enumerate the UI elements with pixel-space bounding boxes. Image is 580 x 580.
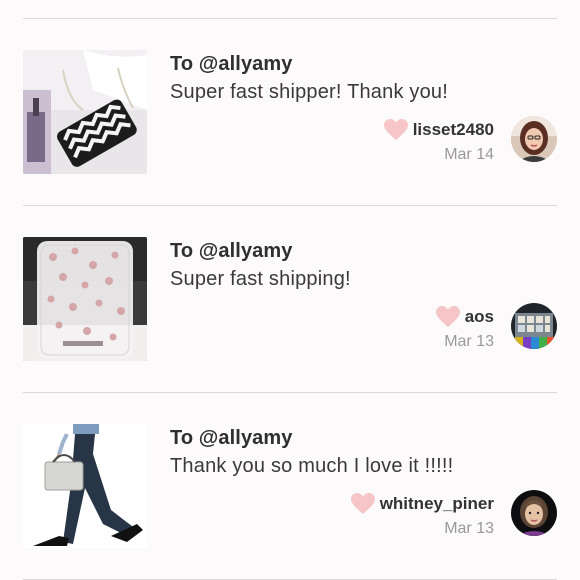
listing-thumbnail[interactable] (23, 424, 147, 548)
heart-icon (435, 306, 460, 328)
review-date: Mar 14 (444, 146, 494, 163)
review-author[interactable]: lisset2480 (383, 119, 494, 141)
review-message: Thank you so much I love it !!!!! (170, 455, 454, 477)
review-card[interactable]: To @allyamy Super fast shipping! aos Mar… (0, 206, 580, 392)
review-author[interactable]: aos (435, 306, 494, 328)
review-recipient[interactable]: To @allyamy (170, 427, 293, 450)
heart-icon (383, 119, 408, 141)
review-message: Super fast shipper! Thank you! (170, 81, 449, 103)
review-username[interactable]: lisset2480 (413, 120, 494, 140)
review-card[interactable]: To @allyamy Thank you so much I love it … (0, 393, 580, 579)
user-avatar[interactable] (511, 303, 557, 349)
heart-icon (350, 493, 375, 515)
review-date: Mar 13 (444, 520, 494, 537)
listing-thumbnail[interactable] (23, 50, 147, 174)
user-avatar[interactable] (511, 490, 557, 536)
review-date: Mar 13 (444, 333, 494, 350)
review-author[interactable]: whitney_piner (350, 493, 494, 515)
review-message: Super fast shipping! (170, 268, 351, 290)
listing-thumbnail[interactable] (23, 237, 147, 361)
review-recipient[interactable]: To @allyamy (170, 53, 293, 76)
review-username[interactable]: whitney_piner (380, 494, 494, 514)
review-username[interactable]: aos (465, 307, 494, 327)
user-avatar[interactable] (511, 116, 557, 162)
review-card[interactable]: To @allyamy Super fast shipper! Thank yo… (0, 19, 580, 205)
review-recipient[interactable]: To @allyamy (170, 240, 293, 263)
